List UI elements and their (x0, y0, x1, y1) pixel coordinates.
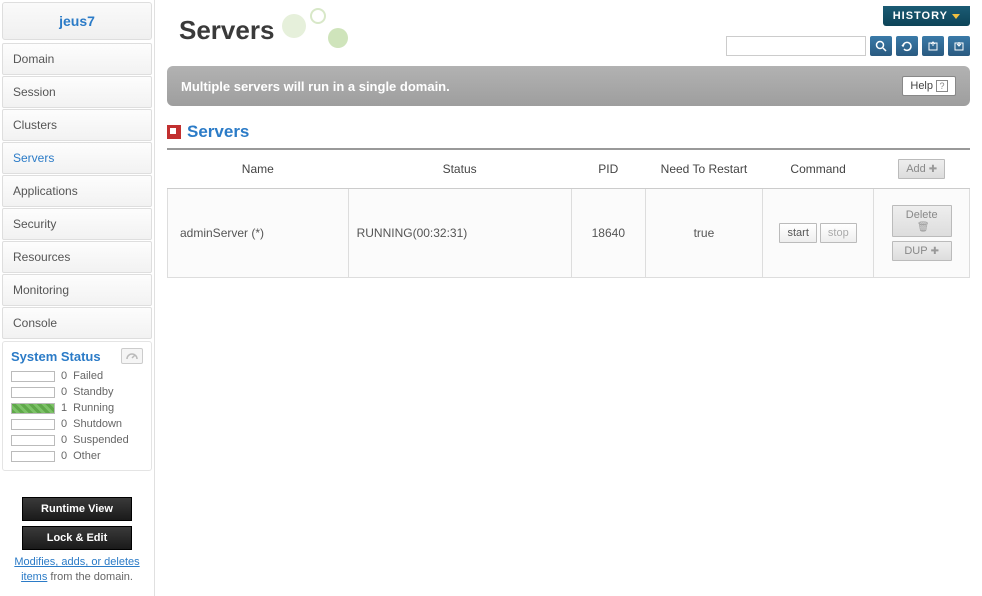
sidebar-nav: Domain Session Clusters Servers Applicat… (2, 43, 152, 339)
table-header-row: Name Status PID Need To Restart Command … (168, 150, 970, 189)
status-count: 0 (61, 450, 67, 462)
sidebar-item-domain[interactable]: Domain (2, 43, 152, 75)
add-button[interactable]: Add✚ (898, 159, 945, 179)
col-name: Name (168, 150, 349, 189)
status-label: Running (73, 402, 114, 414)
status-bar-icon (11, 419, 55, 430)
col-status: Status (348, 150, 571, 189)
history-label: HISTORY (893, 10, 948, 22)
status-count: 0 (61, 386, 67, 398)
app-title[interactable]: jeus7 (2, 2, 152, 40)
servers-table: Name Status PID Need To Restart Command … (167, 150, 970, 278)
status-row-standby: 0 Standby (11, 384, 143, 400)
status-bar-icon (11, 403, 55, 414)
col-restart: Need To Restart (645, 150, 762, 189)
export-xml-icon[interactable] (922, 36, 944, 56)
status-count: 0 (61, 434, 67, 446)
sidebar-item-resources[interactable]: Resources (2, 241, 152, 273)
cell-command: start stop (762, 189, 874, 278)
plus-icon: ✚ (931, 246, 939, 257)
status-label: Suspended (73, 434, 129, 446)
sidebar-item-clusters[interactable]: Clusters (2, 109, 152, 141)
status-count: 0 (61, 418, 67, 430)
table-row: adminServer (*) RUNNING(00:32:31) 18640 … (168, 189, 970, 278)
refresh-icon[interactable] (896, 36, 918, 56)
help-label: Help (910, 80, 933, 92)
chevron-down-icon (952, 14, 960, 19)
status-bar-icon (11, 451, 55, 462)
status-row-suspended: 0 Suspended (11, 432, 143, 448)
runtime-view-button[interactable]: Runtime View (22, 497, 132, 521)
lock-edit-button[interactable]: Lock & Edit (22, 526, 132, 550)
status-label: Other (73, 450, 101, 462)
sidebar-item-session[interactable]: Session (2, 76, 152, 108)
cell-restart: true (645, 189, 762, 278)
add-label: Add (906, 163, 926, 175)
status-row-shutdown: 0 Shutdown (11, 416, 143, 432)
status-label: Standby (73, 386, 113, 398)
cell-actions: Delete🗑 DUP ✚ (874, 189, 970, 278)
help-button[interactable]: Help ? (902, 76, 956, 96)
gauge-icon[interactable] (121, 348, 143, 364)
sidebar-item-servers[interactable]: Servers (2, 142, 152, 174)
sidebar-item-console[interactable]: Console (2, 307, 152, 339)
search-icon[interactable] (870, 36, 892, 56)
col-command: Command (762, 150, 874, 189)
stop-button[interactable]: stop (820, 223, 857, 243)
edit-note: Modifies, adds, or deletes items from th… (8, 555, 146, 586)
history-dropdown[interactable]: HISTORY (883, 6, 970, 26)
col-actions: Add✚ (874, 150, 970, 189)
start-button[interactable]: start (779, 223, 816, 243)
status-label: Failed (73, 370, 103, 382)
col-pid: PID (571, 150, 645, 189)
sidebar-item-monitoring[interactable]: Monitoring (2, 274, 152, 306)
status-count: 1 (61, 402, 67, 414)
status-row-failed: 0 Failed (11, 368, 143, 384)
import-icon[interactable] (948, 36, 970, 56)
system-status-title: System Status (11, 349, 101, 364)
cell-pid: 18640 (571, 189, 645, 278)
status-count: 0 (61, 370, 67, 382)
delete-button[interactable]: Delete🗑 (892, 205, 952, 237)
sidebar-item-security[interactable]: Security (2, 208, 152, 240)
decoration-icon (282, 12, 372, 48)
section-icon (167, 125, 181, 139)
system-status-panel: System Status 0 Failed 0 Standby 1 Runni… (2, 341, 152, 471)
sidebar-item-applications[interactable]: Applications (2, 175, 152, 207)
status-row-running: 1 Running (11, 400, 143, 416)
status-bar-icon (11, 371, 55, 382)
status-bar-icon (11, 387, 55, 398)
question-icon: ? (936, 80, 948, 92)
section-title: Servers (187, 122, 249, 142)
trash-icon: 🗑 (917, 222, 930, 233)
dup-button[interactable]: DUP ✚ (892, 241, 952, 261)
edit-note-text: from the domain. (47, 571, 133, 583)
delete-label: Delete (906, 209, 938, 221)
cell-name[interactable]: adminServer (*) (168, 189, 349, 278)
plus-icon: ✚ (929, 164, 937, 175)
dup-label: DUP (904, 245, 927, 257)
search-input[interactable] (726, 36, 866, 56)
banner-text: Multiple servers will run in a single do… (181, 79, 450, 94)
status-row-other: 0 Other (11, 448, 143, 464)
cell-status: RUNNING(00:32:31) (348, 189, 571, 278)
status-bar-icon (11, 435, 55, 446)
page-title: Servers (179, 15, 274, 46)
status-label: Shutdown (73, 418, 122, 430)
